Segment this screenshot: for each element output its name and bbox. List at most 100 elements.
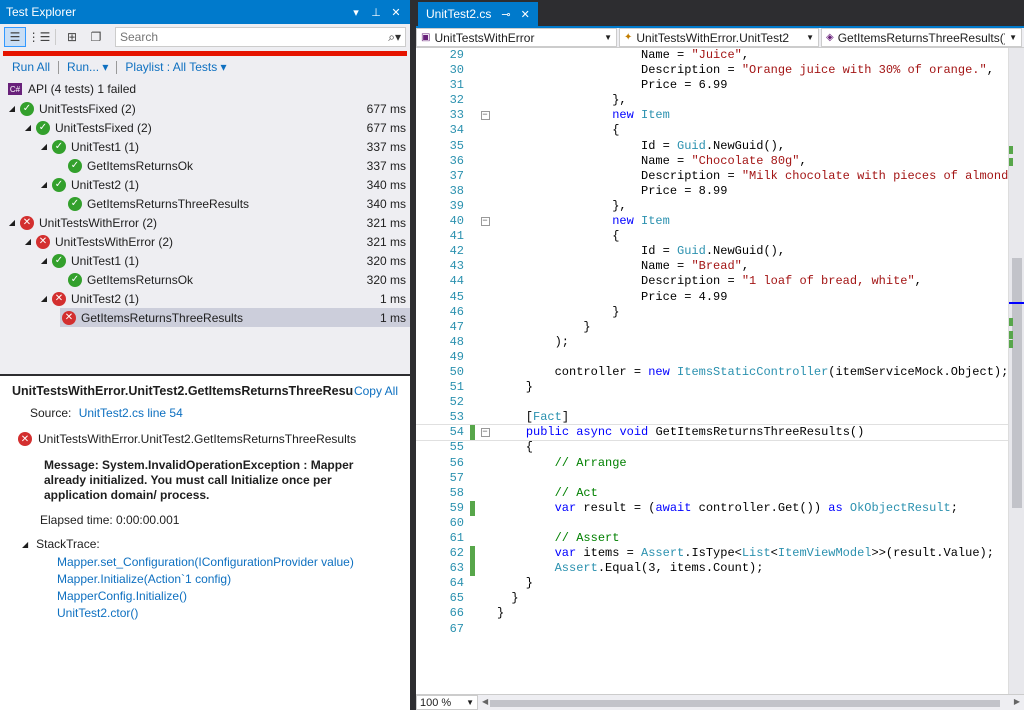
code-line[interactable]: 33− new Item [416,108,1008,123]
code-line[interactable]: 29 Name = "Juice", [416,48,1008,63]
collapse-box-icon[interactable]: − [477,425,493,440]
expand-all-icon[interactable]: ⊞ [61,27,83,47]
dropdown-icon[interactable]: ▾ [348,6,364,19]
code-line[interactable]: 34 { [416,123,1008,138]
code-line[interactable]: 53 [Fact] [416,410,1008,425]
code-line[interactable]: 46 } [416,305,1008,320]
code-line[interactable]: 66} [416,606,1008,621]
code-line[interactable]: 39 }, [416,199,1008,214]
test-tree-row[interactable]: ◢ ✕ UnitTestsWithError (2) 321 ms [0,213,410,232]
code-line[interactable]: 61 // Assert [416,531,1008,546]
code-line[interactable]: 64 } [416,576,1008,591]
close-icon[interactable]: ✕ [521,8,530,21]
code-line[interactable]: 51 } [416,380,1008,395]
group-by-icon[interactable]: ☰ [4,27,26,47]
member-dropdown[interactable]: ◈ GetItemsReturnsThreeResults() ▼ [821,28,1022,47]
code-line[interactable]: 48 ); [416,335,1008,350]
collapse-triangle-icon[interactable]: ◢ [22,540,28,549]
code-line[interactable]: 36 Name = "Chocolate 80g", [416,154,1008,169]
project-dropdown[interactable]: ▣ UnitTestsWithError ▼ [416,28,617,47]
class-dropdown[interactable]: ✦ UnitTestsWithError.UnitTest2 ▼ [619,28,819,47]
test-tree-row[interactable]: ✕ GetItemsReturnsThreeResults 1 ms [60,308,410,327]
collapse-triangle-icon[interactable]: ◢ [38,256,50,265]
search-box[interactable]: ⌕▾ [115,27,406,47]
stacktrace-header[interactable]: ◢ StackTrace: [22,537,398,551]
pin-icon[interactable]: ⊥ [368,6,384,19]
test-tree-row[interactable]: ◢ ✓ UnitTestsFixed (2) 677 ms [0,99,410,118]
collapse-triangle-icon[interactable]: ◢ [38,294,50,303]
code-line[interactable]: 47 } [416,320,1008,335]
test-tree-row[interactable]: ◢ ✓ UnitTest1 (1) 337 ms [0,137,410,156]
code-line[interactable]: 35 Id = Guid.NewGuid(), [416,139,1008,154]
collapse-triangle-icon[interactable]: ◢ [38,180,50,189]
filter-icon[interactable]: ⋮☰ [28,27,51,47]
test-tree-row[interactable]: ✓ GetItemsReturnsOk 320 ms [0,270,410,289]
chevron-down-icon[interactable]: ▼ [466,698,474,707]
collapse-triangle-icon[interactable]: ◢ [22,237,34,246]
vertical-scrollbar[interactable] [1008,48,1024,694]
code-line[interactable]: 32 }, [416,93,1008,108]
collapse-box-icon[interactable]: − [477,214,493,229]
code-line[interactable]: 45 Price = 4.99 [416,290,1008,305]
test-tree-row[interactable]: ◢ ✓ UnitTest2 (1) 340 ms [0,175,410,194]
code-line[interactable]: 62 var items = Assert.IsType<List<ItemVi… [416,546,1008,562]
code-line[interactable]: 65 } [416,591,1008,606]
code-line[interactable]: 59 var result = (await controller.Get())… [416,500,1008,516]
code-line[interactable]: 60 [416,516,1008,531]
scroll-thumb[interactable] [1012,258,1022,508]
stack-frame-link[interactable]: UnitTest2.ctor() [57,606,398,623]
scroll-right-icon[interactable]: ▶ [1014,697,1020,706]
collapse-triangle-icon[interactable]: ◢ [6,218,18,227]
code-line[interactable]: 52 [416,395,1008,410]
horizontal-scrollbar[interactable]: ◀ ▶ [482,696,1020,710]
zoom-dropdown[interactable]: 100 % ▼ [416,695,478,710]
code-line[interactable]: 67 [416,622,1008,637]
chevron-down-icon[interactable]: ▼ [806,33,814,42]
code-line[interactable]: 49 [416,350,1008,365]
code-line[interactable]: 30 Description = "Orange juice with 30% … [416,63,1008,78]
close-icon[interactable]: ✕ [388,6,404,19]
search-input[interactable] [120,30,389,44]
code-line[interactable]: 56 // Arrange [416,456,1008,471]
code-line[interactable]: 63 Assert.Equal(3, items.Count); [416,561,1008,577]
tab-unittest2[interactable]: UnitTest2.cs ⊸ ✕ [418,2,538,26]
code-line[interactable]: 31 Price = 6.99 [416,78,1008,93]
pin-icon[interactable]: ⊸ [501,8,510,21]
code-line[interactable]: 38 Price = 8.99 [416,184,1008,199]
chevron-down-icon[interactable]: ▼ [604,33,612,42]
code-line[interactable]: 44 Description = "1 loaf of bread, white… [416,274,1008,289]
scroll-left-icon[interactable]: ◀ [482,697,488,706]
code-line[interactable]: 41 { [416,229,1008,244]
test-tree-row[interactable]: ◢ ✕ UnitTestsWithError (2) 321 ms [0,232,410,251]
test-tree-row[interactable]: ◢ ✓ UnitTestsFixed (2) 677 ms [0,118,410,137]
collapse-box-icon[interactable]: − [477,108,493,123]
test-tree-row[interactable]: ◢ ✓ UnitTest1 (1) 320 ms [0,251,410,270]
code-line[interactable]: 43 Name = "Bread", [416,259,1008,274]
collapse-triangle-icon[interactable]: ◢ [22,123,34,132]
code-line[interactable]: 50 controller = new ItemsStaticControlle… [416,365,1008,380]
test-tree-row[interactable]: ✓ GetItemsReturnsThreeResults 340 ms [0,194,410,213]
collapse-triangle-icon[interactable]: ◢ [38,142,50,151]
source-link[interactable]: UnitTest2.cs line 54 [79,406,183,420]
test-tree-row[interactable]: ◢ ✕ UnitTest2 (1) 1 ms [0,289,410,308]
stack-frame-link[interactable]: MapperConfig.Initialize() [57,589,398,606]
playlist-menu-link[interactable]: Playlist : All Tests ▾ [125,60,226,74]
copy-all-link[interactable]: Copy All [354,384,398,398]
code-line[interactable]: 40− new Item [416,214,1008,229]
code-line[interactable]: 55 { [416,440,1008,455]
code-area[interactable]: 29 Name = "Juice", 30 Description = "Oran… [416,48,1008,694]
code-line[interactable]: 58 // Act [416,486,1008,501]
run-menu-link[interactable]: Run... ▾ [67,60,108,74]
collapse-triangle-icon[interactable]: ◢ [6,104,18,113]
search-icon[interactable]: ⌕▾ [388,30,401,45]
code-line[interactable]: 57 [416,471,1008,486]
stack-frame-link[interactable]: Mapper.Initialize(Action`1 config) [57,572,398,589]
test-tree-row[interactable]: ✓ GetItemsReturnsOk 337 ms [0,156,410,175]
stack-frame-link[interactable]: Mapper.set_Configuration(IConfigurationP… [57,555,398,572]
run-all-link[interactable]: Run All [12,60,50,74]
code-line[interactable]: 42 Id = Guid.NewGuid(), [416,244,1008,259]
chevron-down-icon[interactable]: ▼ [1009,33,1017,42]
horizontal-scroll-thumb[interactable] [490,699,1000,707]
copy-icon[interactable]: ❐ [85,27,107,47]
code-line[interactable]: 54− public async void GetItemsReturnsThr… [416,424,1008,442]
